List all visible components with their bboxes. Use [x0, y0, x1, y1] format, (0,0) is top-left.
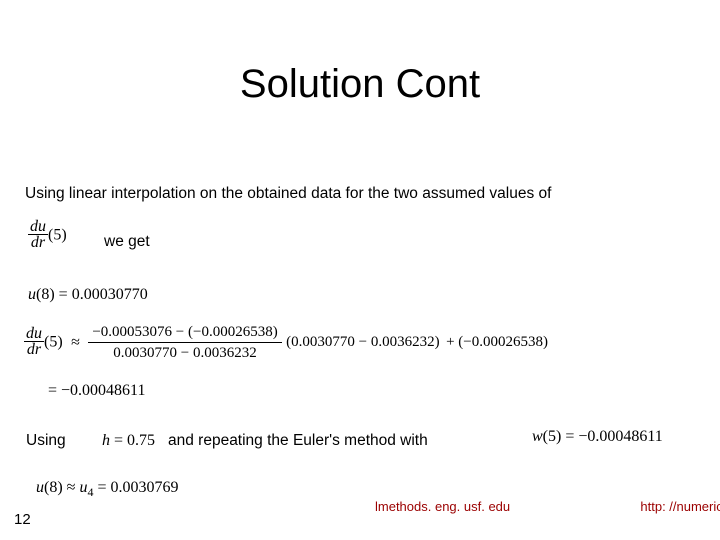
frac-arg: (5)	[48, 227, 67, 244]
using-text: Using	[26, 432, 66, 450]
footer-link-mid: lmethods. eng. usf. edu	[375, 499, 510, 514]
big-lhs-arg: (5)	[44, 334, 63, 351]
big-frac-lhs-den: dr	[24, 342, 44, 358]
intro-line: Using linear interpolation on the obtain…	[25, 185, 551, 203]
slide-title: Solution Cont	[0, 62, 720, 107]
big-mulfactor: (0.0030770 − 0.0036232)	[286, 334, 439, 350]
big-frac1-num: −0.00053076 − (−0.00026538)	[88, 322, 281, 343]
eq-final-lhs: =	[48, 382, 61, 399]
eq-u8-rhs: 0.00030770	[72, 286, 148, 303]
footer-link-right: http: //numerica	[640, 499, 720, 514]
approx-sign: ≈	[67, 334, 84, 351]
eq-u8-lhs: u	[28, 286, 36, 303]
frac-den: dr	[28, 235, 48, 251]
w5-equation: w(5) = −0.00048611	[532, 428, 663, 446]
frac-num: du	[28, 220, 48, 235]
u8-final-equation: u(8) ≈ u4 = 0.0030769	[36, 479, 178, 500]
big-frac-lhs-num: du	[24, 327, 44, 342]
repeat-text: and repeating the Euler's method with	[168, 432, 428, 450]
eq-result: = −0.00048611	[48, 382, 145, 400]
eq-final-rhs: −0.00048611	[61, 382, 145, 399]
we-get-text: we get	[104, 233, 150, 251]
slide-number: 12	[14, 511, 31, 528]
h-equation: h = 0.75	[102, 432, 155, 450]
big-plus: + (−0.00026538)	[444, 334, 548, 350]
dudr-fraction: du dr (5)	[28, 220, 67, 251]
interp-equation: du dr (5) ≈ −0.00053076 − (−0.00026538) …	[24, 322, 548, 363]
slide: Solution Cont Using linear interpolation…	[0, 0, 720, 540]
big-frac1-den: 0.0030770 − 0.0036232	[88, 343, 281, 363]
eq-u8: u(8) = 0.00030770	[28, 286, 148, 304]
